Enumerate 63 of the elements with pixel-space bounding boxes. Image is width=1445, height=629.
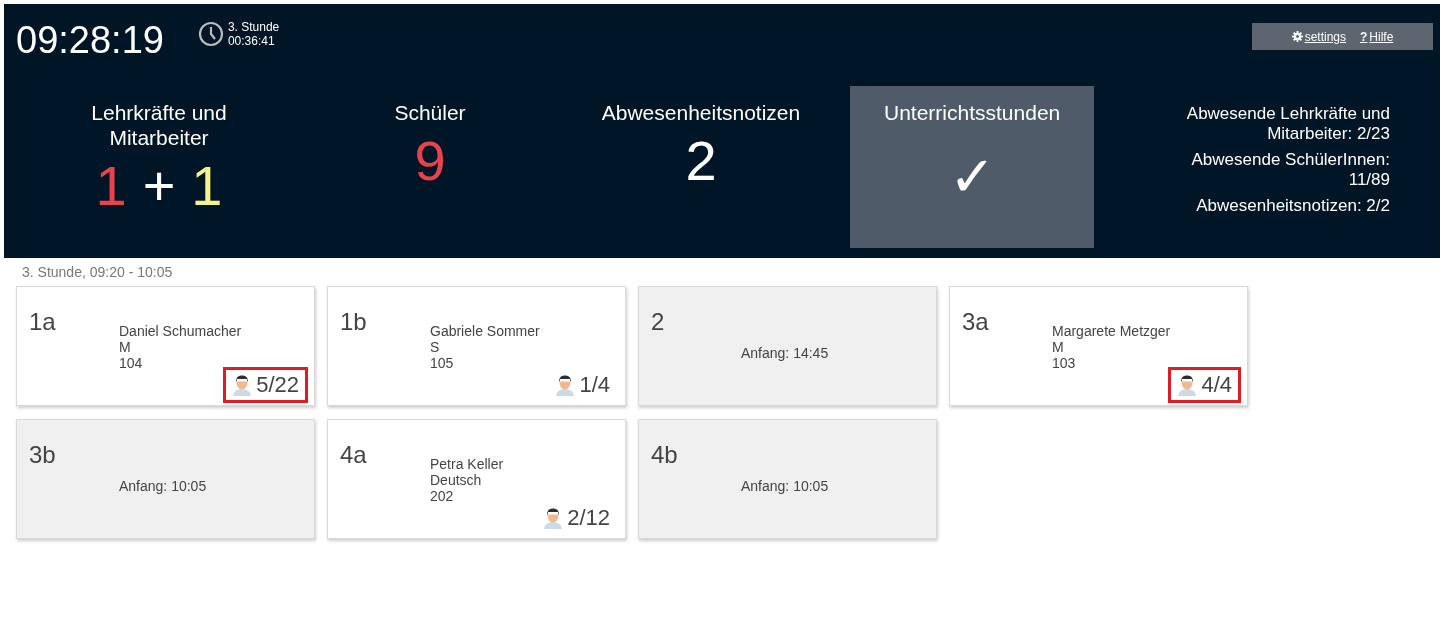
room: 105 bbox=[430, 355, 455, 371]
stat-value: 9 bbox=[414, 131, 446, 191]
teacher-name: Petra Keller bbox=[430, 456, 505, 472]
class-card[interactable]: 1b Gabriele Sommer S 105 1/4 bbox=[327, 286, 626, 406]
settings-icon bbox=[1291, 31, 1303, 42]
stat-tile[interactable]: Unterrichtsstunden ✓ bbox=[850, 86, 1094, 248]
start-time: Anfang: 10:05 bbox=[741, 477, 830, 494]
clock-icon bbox=[197, 21, 224, 47]
stat-title: Lehrkräfte und Mitarbeiter bbox=[90, 100, 228, 150]
stat-value: 1 bbox=[191, 156, 223, 216]
period-name: 3. Stunde bbox=[227, 20, 280, 34]
class-name: 4a bbox=[340, 440, 368, 470]
period-remaining: 00:36:41 bbox=[227, 34, 276, 48]
person-icon bbox=[232, 374, 253, 396]
count-text: 5/22 bbox=[256, 372, 299, 398]
stat-value: ✓ bbox=[948, 147, 996, 207]
stat-title: Unterrichtsstunden bbox=[883, 100, 1062, 125]
class-name: 1b bbox=[340, 307, 368, 337]
class-card[interactable]: 1a Daniel Schumacher M 104 5/22 bbox=[16, 286, 315, 406]
person-icon bbox=[543, 507, 564, 529]
teacher-name: Gabriele Sommer bbox=[430, 323, 541, 339]
subject: M bbox=[1052, 339, 1065, 355]
subject: Deutsch bbox=[430, 472, 483, 488]
count-text: 4/4 bbox=[1201, 372, 1232, 398]
summary-line: Abwesende SchülerInnen: 11/89 bbox=[1190, 150, 1390, 190]
summary-line: Abwesenheitsnotizen: 2/2 bbox=[1195, 196, 1390, 216]
settings-link[interactable]: settings bbox=[1304, 29, 1346, 44]
room: 103 bbox=[1052, 355, 1077, 371]
stat-tile[interactable]: Schüler 9 bbox=[308, 86, 552, 248]
room: 104 bbox=[119, 355, 144, 371]
stat-title: Abwesenheitsnotizen bbox=[600, 100, 802, 125]
section-title: 3. Stunde, 09:20 - 10:05 bbox=[22, 264, 174, 281]
summary-line: Abwesende Lehrkräfte und Mitarbeiter: 2/23 bbox=[1185, 104, 1390, 144]
class-card[interactable]: 4a Petra Keller Deutsch 202 2/12 bbox=[327, 419, 626, 539]
start-time: Anfang: 14:45 bbox=[741, 344, 830, 361]
class-card[interactable]: 3b Anfang: 10:05 bbox=[16, 419, 315, 539]
help-glyph: ? bbox=[1360, 29, 1368, 44]
class-card[interactable]: 3a Margarete Metzger M 103 4/4 bbox=[949, 286, 1248, 406]
class-card[interactable]: 2 Anfang: 14:45 bbox=[638, 286, 937, 406]
stat-value: 1 bbox=[95, 156, 127, 216]
stat-value: + bbox=[142, 156, 176, 216]
stat-value: 2 bbox=[685, 131, 717, 191]
stat-title: Schüler bbox=[393, 100, 467, 125]
class-name: 3a bbox=[962, 307, 990, 337]
class-name: 1a bbox=[29, 307, 57, 337]
person-icon bbox=[555, 374, 576, 396]
person-icon bbox=[1177, 374, 1198, 396]
count-text: 2/12 bbox=[567, 505, 610, 531]
room: 202 bbox=[430, 488, 455, 504]
class-name: 4b bbox=[651, 440, 679, 470]
current-time: 09:28:19 bbox=[16, 18, 164, 62]
subject: S bbox=[430, 339, 441, 355]
teacher-name: Margarete Metzger bbox=[1052, 323, 1172, 339]
class-name: 3b bbox=[29, 440, 57, 470]
subject: M bbox=[119, 339, 132, 355]
class-name: 2 bbox=[651, 307, 666, 337]
start-time: Anfang: 10:05 bbox=[119, 477, 208, 494]
teacher-name: Daniel Schumacher bbox=[119, 323, 243, 339]
class-card[interactable]: 4b Anfang: 10:05 bbox=[638, 419, 937, 539]
count-text: 1/4 bbox=[579, 372, 610, 398]
stat-tile[interactable]: Lehrkräfte und Mitarbeiter 1 + 1 bbox=[37, 86, 281, 248]
help-link[interactable]: Hilfe bbox=[1369, 29, 1394, 44]
stat-tile[interactable]: Abwesenheitsnotizen 2 bbox=[579, 86, 823, 248]
